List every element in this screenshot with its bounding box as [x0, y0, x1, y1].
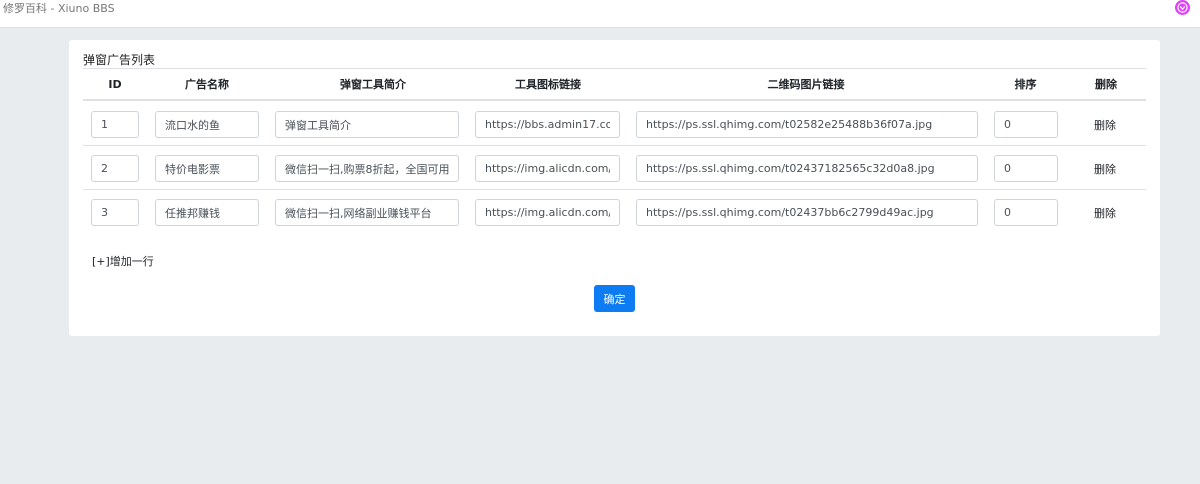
add-row-link[interactable]: [+]增加一行 — [92, 255, 154, 268]
qr-link-input[interactable] — [636, 111, 978, 138]
top-bar: 修罗百科 - Xiuno BBS — [0, 0, 1200, 28]
table-row: 删除 — [83, 146, 1146, 190]
column-header-icon-link: 工具图标链接 — [515, 78, 581, 91]
table-header: ID 广告名称 弹窗工具简介 工具图标链接 二维码图片链接 排序 删除 — [83, 69, 1146, 101]
id-input[interactable] — [91, 199, 139, 226]
ad-name-input[interactable] — [155, 155, 259, 182]
delete-link[interactable]: 删除 — [1094, 207, 1116, 220]
sort-input[interactable] — [994, 111, 1058, 138]
site-title[interactable]: 修罗百科 - Xiuno BBS — [3, 2, 115, 16]
id-input[interactable] — [91, 155, 139, 182]
icon-link-input[interactable] — [475, 199, 620, 226]
delete-link[interactable]: 删除 — [1094, 119, 1116, 132]
ad-list-card: 弹窗广告列表 ID 广告名称 弹窗工具简介 工具图标链接 二维码图片链接 排序 … — [69, 40, 1160, 336]
column-header-name: 广告名称 — [185, 78, 229, 91]
intro-input[interactable] — [275, 111, 459, 138]
intro-input[interactable] — [275, 199, 459, 226]
icon-link-input[interactable] — [475, 155, 620, 182]
avatar-glyph-icon — [1177, 2, 1188, 13]
intro-input[interactable] — [275, 155, 459, 182]
id-input[interactable] — [91, 111, 139, 138]
table-row: 删除 — [83, 190, 1146, 234]
confirm-button[interactable]: 确定 — [594, 285, 635, 312]
table-row: 删除 — [83, 102, 1146, 146]
ad-name-input[interactable] — [155, 199, 259, 226]
ad-name-input[interactable] — [155, 111, 259, 138]
sort-input[interactable] — [994, 155, 1058, 182]
sort-input[interactable] — [994, 199, 1058, 226]
column-header-delete: 删除 — [1095, 78, 1117, 91]
column-header-sort: 排序 — [1014, 78, 1037, 91]
icon-link-input[interactable] — [475, 111, 620, 138]
column-header-qr-link: 二维码图片链接 — [767, 78, 845, 91]
qr-link-input[interactable] — [636, 199, 978, 226]
avatar-icon[interactable] — [1175, 0, 1190, 15]
qr-link-input[interactable] — [636, 155, 978, 182]
column-header-intro: 弹窗工具简介 — [340, 78, 406, 91]
card-title: 弹窗广告列表 — [83, 53, 156, 67]
column-header-id: ID — [108, 78, 122, 91]
delete-link[interactable]: 删除 — [1094, 163, 1116, 176]
